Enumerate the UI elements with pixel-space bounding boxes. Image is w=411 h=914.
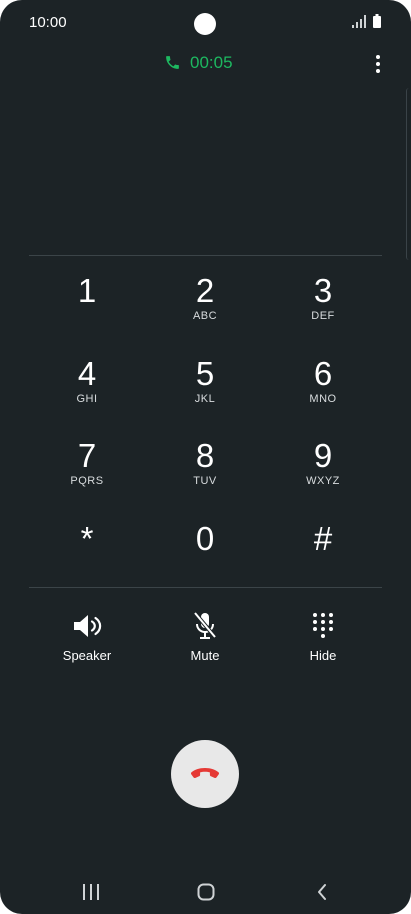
signal-icon bbox=[352, 15, 366, 28]
phone-screen: 10:00 00:05 1 2 ABC 3 DEF 4 GHI 5 JKL 6 … bbox=[0, 0, 411, 914]
key-letters: TUV bbox=[193, 475, 217, 487]
key-letters: GHI bbox=[76, 393, 98, 405]
key-6[interactable]: 6 MNO bbox=[273, 353, 373, 423]
key-letters: ABC bbox=[192, 310, 218, 322]
key-digit: 9 bbox=[313, 437, 333, 474]
home-button[interactable] bbox=[186, 880, 226, 904]
keypad-bottom-divider bbox=[29, 587, 382, 588]
key-star[interactable]: * bbox=[37, 518, 137, 588]
battery-icon bbox=[373, 14, 381, 28]
key-hash[interactable]: # bbox=[273, 518, 373, 588]
edge-panel-handle[interactable] bbox=[406, 88, 411, 260]
back-button[interactable] bbox=[302, 880, 342, 904]
recent-apps-button[interactable] bbox=[71, 880, 111, 904]
end-call-icon bbox=[190, 768, 220, 779]
navigation-bar bbox=[0, 868, 411, 914]
speaker-label: Speaker bbox=[62, 648, 112, 663]
phone-icon bbox=[166, 56, 179, 69]
key-letters: WXYZ bbox=[306, 475, 340, 487]
keypad-top-divider bbox=[29, 255, 382, 256]
more-options-button[interactable] bbox=[366, 52, 390, 76]
mute-label: Mute bbox=[190, 648, 220, 663]
key-digit: 8 bbox=[195, 437, 215, 474]
key-8[interactable]: 8 TUV bbox=[155, 435, 255, 505]
key-letters: JKL bbox=[194, 393, 216, 405]
mic-off-icon bbox=[189, 610, 221, 642]
key-2[interactable]: 2 ABC bbox=[155, 270, 255, 340]
speaker-button[interactable]: Speaker bbox=[32, 610, 142, 670]
key-digit: * bbox=[80, 520, 94, 557]
key-letters: DEF bbox=[311, 310, 335, 322]
status-bar: 10:00 bbox=[0, 0, 411, 46]
key-digit: 0 bbox=[195, 520, 215, 557]
key-letters: MNO bbox=[309, 393, 337, 405]
key-digit: 5 bbox=[195, 355, 215, 392]
key-digit: 3 bbox=[313, 272, 333, 309]
key-letters: PQRS bbox=[70, 475, 104, 487]
key-0[interactable]: 0 bbox=[155, 518, 255, 588]
key-digit: 1 bbox=[77, 272, 97, 309]
key-3[interactable]: 3 DEF bbox=[273, 270, 373, 340]
back-icon bbox=[318, 884, 326, 900]
home-icon bbox=[197, 883, 215, 901]
hide-keypad-button[interactable]: Hide bbox=[268, 610, 378, 670]
keypad-icon bbox=[307, 610, 339, 642]
key-5[interactable]: 5 JKL bbox=[155, 353, 255, 423]
speaker-icon bbox=[71, 610, 103, 642]
key-9[interactable]: 9 WXYZ bbox=[273, 435, 373, 505]
mute-button[interactable]: Mute bbox=[150, 610, 260, 670]
status-time: 10:00 bbox=[29, 14, 67, 31]
recent-apps-icon bbox=[83, 884, 99, 900]
front-camera bbox=[194, 13, 216, 35]
end-call-button[interactable] bbox=[171, 740, 239, 808]
hide-label: Hide bbox=[309, 648, 337, 663]
key-1[interactable]: 1 bbox=[37, 270, 137, 340]
key-digit: # bbox=[313, 520, 333, 557]
key-digit: 4 bbox=[77, 355, 97, 392]
key-digit: 6 bbox=[313, 355, 333, 392]
key-digit: 7 bbox=[77, 437, 97, 474]
key-7[interactable]: 7 PQRS bbox=[37, 435, 137, 505]
key-digit: 2 bbox=[195, 272, 215, 309]
call-timer: 00:05 bbox=[190, 53, 233, 72]
key-4[interactable]: 4 GHI bbox=[37, 353, 137, 423]
more-options-icon bbox=[376, 55, 380, 59]
